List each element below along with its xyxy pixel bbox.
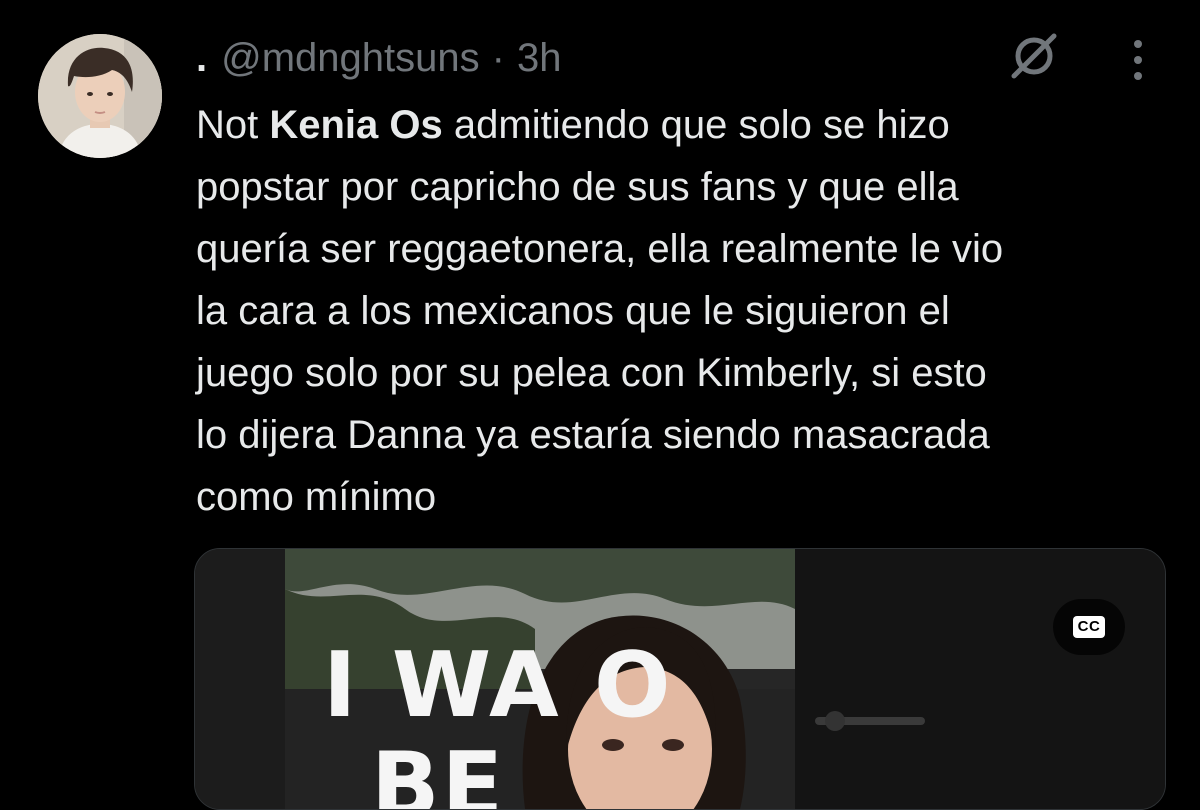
separator-dot: ·: [491, 35, 505, 80]
tweet-text-line: la cara a los mexicanos que le siguieron…: [196, 289, 950, 333]
closed-captions-button[interactable]: CC: [1053, 599, 1125, 655]
cc-icon: CC: [1072, 616, 1106, 638]
tweet[interactable]: . @mdnghtsuns · 3h Not Kenia Os admitien…: [0, 0, 1200, 810]
avatar-image: [38, 34, 162, 158]
video-overlay-text: I WA O: [323, 633, 673, 738]
display-name[interactable]: .: [196, 36, 207, 81]
mention-bold: Kenia Os: [269, 103, 443, 147]
tweet-text-line: lo dijera Danna ya estaría siendo masacr…: [196, 413, 990, 457]
timestamp[interactable]: 3h: [517, 36, 562, 81]
grok-icon[interactable]: [1006, 28, 1062, 84]
tweet-text-line: quería ser reggaetonera, ella realmente …: [196, 227, 1004, 271]
tweet-text-line: como mínimo: [196, 475, 437, 519]
more-vertical-icon[interactable]: [1120, 36, 1156, 84]
tweet-text-line: popstar por capricho de sus fans y que e…: [196, 165, 959, 209]
tweet-text-line: juego solo por su pelea con Kimberly, si…: [196, 351, 987, 395]
user-handle[interactable]: @mdnghtsuns: [221, 36, 480, 81]
tweet-text: Not Kenia Os admitiendo que solo se hizo…: [196, 94, 1176, 528]
tweet-text-line: Not Kenia Os admitiendo que solo se hizo: [196, 103, 950, 147]
avatar[interactable]: [38, 34, 162, 158]
tweet-header: . @mdnghtsuns · 3h: [196, 30, 561, 86]
video-overlay-text: BE: [371, 733, 506, 810]
video-media[interactable]: I WA O BE CC: [194, 548, 1166, 810]
